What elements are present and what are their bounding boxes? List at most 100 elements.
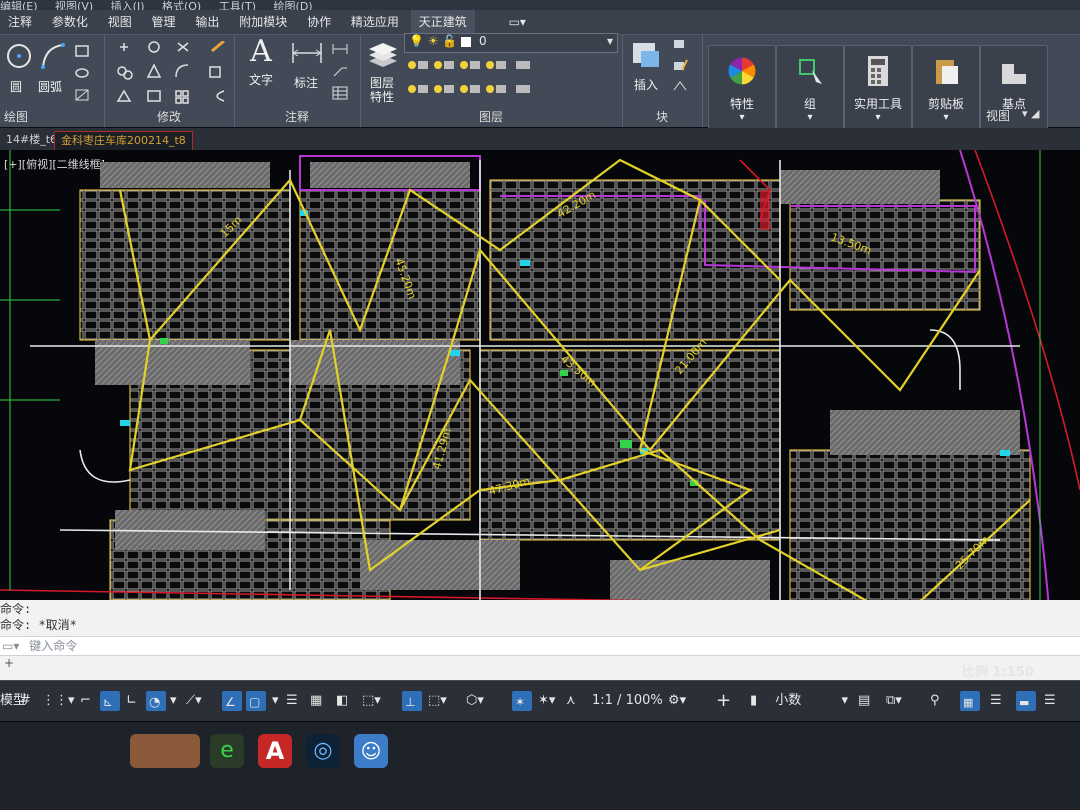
file-explorer-icon[interactable] (130, 734, 200, 768)
group-block-title[interactable]: 块 (622, 108, 702, 125)
qq-icon[interactable]: ☺ (354, 734, 388, 768)
hatch-icon[interactable] (74, 87, 90, 101)
tab-view[interactable]: 视图 (100, 10, 140, 34)
attribute-icon[interactable] (672, 79, 688, 93)
zoom-ratio[interactable]: 1:1 / 100% (592, 691, 663, 711)
annotation-visibility-button[interactable]: ✶ (512, 691, 532, 711)
gear-icon[interactable]: ⚙▾ (668, 691, 686, 711)
arc-icon (41, 43, 65, 69)
units-dropdown[interactable]: ▮ 小数 ▾ (750, 691, 848, 711)
utilities-button[interactable]: 实用工具 ▾ (844, 45, 912, 129)
snap-icon[interactable]: ⋮⋮▾ (42, 691, 75, 711)
sun-icon: ☀ (427, 34, 439, 48)
chevron-down-icon: ▾ (875, 112, 881, 123)
layer-dropdown[interactable]: 💡 ☀ 🔓 0 ▾ (404, 33, 618, 53)
tab-manage[interactable]: 管理 (144, 10, 184, 34)
document-tabs: 14#楼_t6 金科枣庄车库200214_t8 (0, 128, 1080, 151)
isodraft-icon[interactable]: ⟋▾ (186, 691, 202, 711)
chevron-down-icon: ▾ (739, 112, 745, 123)
osnap-dropdown-icon[interactable]: ▾ (272, 691, 279, 711)
lock-ui-icon[interactable]: ⧉▾ (886, 691, 902, 711)
group-layers-title[interactable]: 图层 (360, 108, 622, 125)
group-annotation: A 文字 标注 注释 (234, 35, 361, 127)
leader-icon[interactable] (332, 63, 348, 77)
tab-featured-apps[interactable]: 精选应用 (343, 10, 407, 34)
calculator-icon (868, 56, 888, 86)
taskbar: e A ◎ ☺ (0, 722, 1080, 810)
view-group-title[interactable]: 视图 (986, 107, 1010, 124)
command-input[interactable]: ▭▾ 键入命令 (0, 636, 1080, 656)
customize-icon[interactable]: ☰ (1044, 691, 1056, 711)
insert-button[interactable]: 插入 (626, 39, 666, 93)
circle-button[interactable]: 圆 (2, 41, 31, 95)
dimension-button[interactable]: 标注 (286, 37, 326, 91)
group-draw-title[interactable]: 绘图 (0, 108, 104, 125)
table-icon[interactable] (332, 85, 348, 100)
dynamic-input-button[interactable]: ⊾ (100, 691, 120, 711)
tab-tangent[interactable]: 天正建筑 (410, 10, 475, 34)
annotation-auto-scale-icon[interactable]: ✶▾ (538, 691, 555, 711)
properties-button[interactable]: 特性 ▾ (708, 45, 776, 129)
layer-properties-button[interactable]: 图层 特性 (364, 39, 400, 104)
layer-stack-icon (369, 43, 397, 67)
tab-output[interactable]: 输出 (187, 10, 227, 34)
lineweight-icon[interactable]: ☰ (286, 691, 298, 711)
circle-icon (7, 44, 31, 68)
tab-addins[interactable]: 附加模块 (231, 10, 295, 34)
arc-button[interactable]: 圆弧 (36, 41, 65, 95)
workspace-icon[interactable]: ⬡▾ (466, 691, 484, 711)
group-button[interactable]: 组 ▾ (776, 45, 844, 129)
insert-label: 插入 (633, 78, 658, 92)
acceleration-icon: ▦ (963, 696, 974, 709)
object-snap-button[interactable]: ∠ (222, 691, 242, 711)
polar-icon: ◔ (149, 695, 161, 710)
clipboard-button[interactable]: 剪贴板 ▾ (912, 45, 980, 129)
bulb-icon: 💡 (409, 34, 424, 48)
group-modify-title[interactable]: 修改 (104, 108, 234, 125)
clean-screen-icon[interactable]: ☰ (990, 691, 1002, 711)
create-block-icon[interactable] (672, 35, 688, 49)
drawing-canvas[interactable]: [+][俯视][二维线框] 15m 45.20m 42.20m 13.50m 4… (0, 150, 1080, 615)
object-snap-tracking-button[interactable]: ▢ (246, 691, 266, 711)
grid-icon[interactable]: # (20, 691, 31, 711)
plus-icon[interactable]: + (716, 691, 731, 711)
text-button[interactable]: A 文字 (244, 37, 278, 88)
tab-parametric[interactable]: 参数化 (44, 10, 96, 34)
doc-tab-2[interactable]: 金科枣庄车库200214_t8 (54, 131, 193, 151)
gizmo-icon[interactable]: ⬚▾ (428, 691, 447, 711)
autocad-icon[interactable]: A (258, 734, 292, 768)
group-annotation-title[interactable]: 注释 (234, 108, 360, 125)
ortho-icon[interactable]: ∟ (126, 691, 137, 711)
transparency-icon[interactable]: ▦ (310, 691, 322, 711)
chevron-down-icon: ▾ (807, 112, 813, 123)
3d-osnap-icon[interactable]: ⬚▾ (362, 691, 381, 711)
ellipse-icon[interactable] (74, 65, 90, 79)
quick-properties-icon[interactable]: ▤ (858, 691, 870, 711)
polar-dropdown-icon[interactable]: ▾ (170, 691, 177, 711)
dynamic-ucs-button[interactable]: ⊥ (402, 691, 422, 711)
media-player-icon[interactable]: ◎ (306, 734, 340, 768)
polar-tracking-button[interactable]: ◔ (146, 691, 166, 711)
annotation-scale-icon[interactable]: ⋏ (566, 691, 576, 711)
command-placeholder: 键入命令 (29, 639, 78, 653)
add-layout-icon[interactable]: + (4, 656, 14, 670)
isolate-objects-icon[interactable]: ⚲ (930, 691, 940, 711)
selection-cycling-icon[interactable]: ◧ (336, 691, 348, 711)
tab-annotate[interactable]: 注释 (0, 10, 40, 34)
fullscreen-button[interactable]: ▬ (1016, 691, 1036, 711)
chevron-down-icon: ▾ (943, 112, 949, 123)
edit-block-icon[interactable] (672, 57, 688, 71)
panel-expand-icon[interactable]: ▾ ◢ (1022, 107, 1039, 120)
viewport-scale[interactable]: 比例 1:150 (962, 663, 1034, 683)
command-history-line-1: 命令: (0, 602, 32, 616)
tracking-icon: ▢ (249, 695, 261, 709)
hardware-acceleration-button[interactable]: ▦ (960, 691, 980, 711)
linear-dim-icon[interactable] (332, 41, 348, 55)
current-layer: 0 (478, 34, 487, 48)
rectangle-icon[interactable] (74, 43, 90, 57)
browser-360-icon[interactable]: e (210, 734, 244, 768)
infer-constraints-icon[interactable]: ⌐ (80, 691, 91, 711)
tab-collaborate[interactable]: 协作 (299, 10, 339, 34)
command-prompt-icon: ▭▾ (2, 639, 20, 653)
tab-collapse-icon[interactable]: ▭▾ (501, 10, 534, 34)
